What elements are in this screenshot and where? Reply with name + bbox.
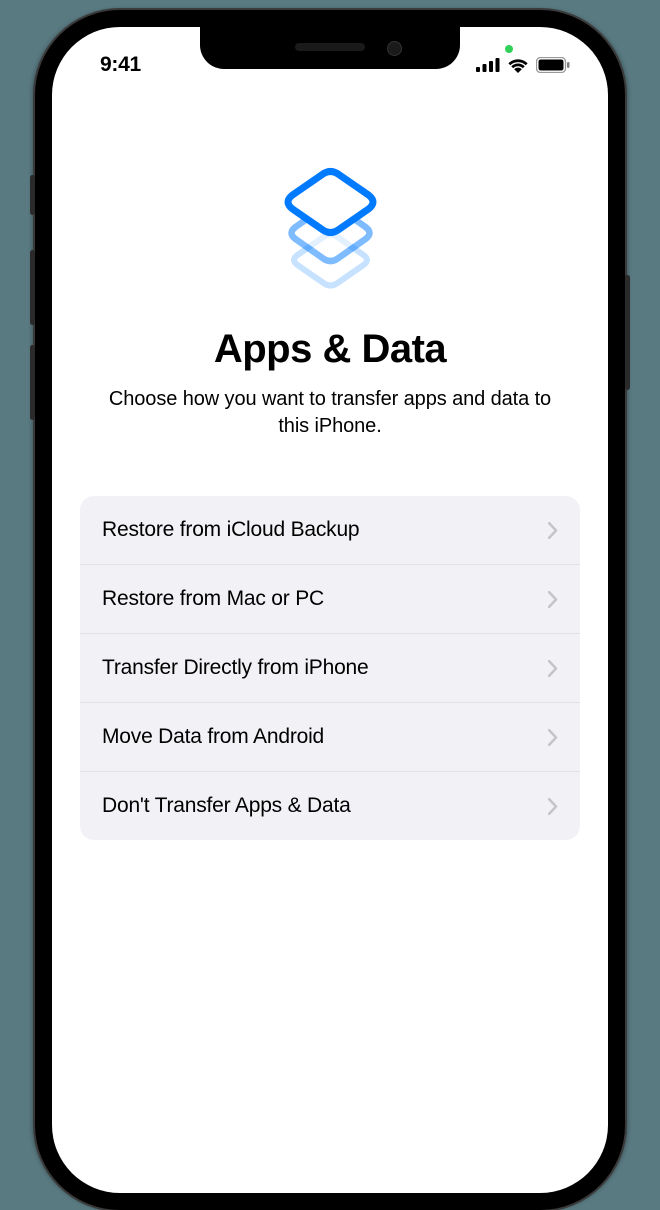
front-camera xyxy=(387,41,402,56)
chevron-right-icon xyxy=(548,798,558,815)
option-label: Move Data from Android xyxy=(102,725,324,749)
speaker xyxy=(295,43,365,51)
status-time: 9:41 xyxy=(100,53,141,77)
volume-down-button xyxy=(30,345,35,420)
option-label: Transfer Directly from iPhone xyxy=(102,656,369,680)
chevron-right-icon xyxy=(548,591,558,608)
side-button xyxy=(625,275,630,390)
option-label: Restore from iCloud Backup xyxy=(102,518,359,542)
status-right xyxy=(476,57,570,73)
wifi-icon xyxy=(507,57,529,73)
battery-icon xyxy=(536,57,570,73)
option-label: Don't Transfer Apps & Data xyxy=(102,794,351,818)
camera-indicator-dot xyxy=(505,45,513,53)
chevron-right-icon xyxy=(548,660,558,677)
content: Apps & Data Choose how you want to trans… xyxy=(52,82,608,840)
options-list: Restore from iCloud Backup Restore from … xyxy=(80,496,580,840)
silence-switch xyxy=(30,175,35,215)
volume-up-button xyxy=(30,250,35,325)
page-title: Apps & Data xyxy=(80,327,580,372)
option-restore-mac-pc[interactable]: Restore from Mac or PC xyxy=(80,565,580,634)
phone-frame: 9:41 xyxy=(35,10,625,1210)
chevron-right-icon xyxy=(548,522,558,539)
option-label: Restore from Mac or PC xyxy=(102,587,324,611)
apps-data-icon xyxy=(80,167,580,297)
option-transfer-iphone[interactable]: Transfer Directly from iPhone xyxy=(80,634,580,703)
option-dont-transfer[interactable]: Don't Transfer Apps & Data xyxy=(80,772,580,840)
screen: 9:41 xyxy=(52,27,608,1193)
cellular-signal-icon xyxy=(476,58,500,72)
page-subtitle: Choose how you want to transfer apps and… xyxy=(80,386,580,440)
option-restore-icloud[interactable]: Restore from iCloud Backup xyxy=(80,496,580,565)
notch xyxy=(200,27,460,69)
chevron-right-icon xyxy=(548,729,558,746)
option-move-android[interactable]: Move Data from Android xyxy=(80,703,580,772)
